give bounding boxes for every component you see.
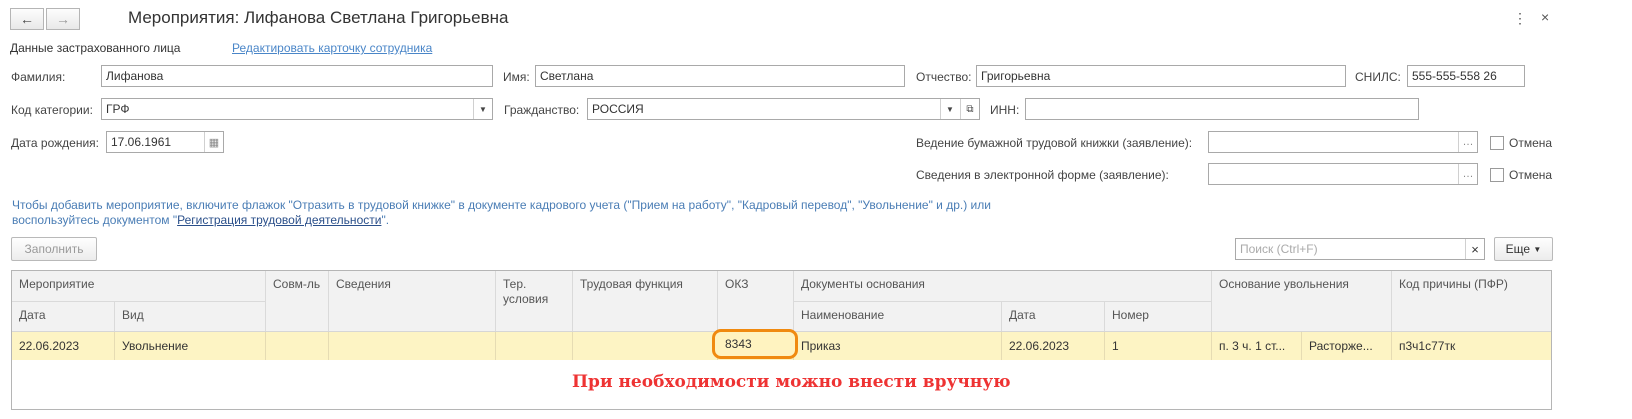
header-terr: Тер. условия: [496, 271, 573, 331]
inn-field[interactable]: [1025, 98, 1419, 120]
search-placeholder: Поиск (Ctrl+F): [1240, 242, 1318, 256]
name-label: Имя:: [503, 70, 530, 84]
paper-book-label: Ведение бумажной трудовой книжки (заявле…: [916, 136, 1193, 150]
header-dismissal-basis: Основание увольнения: [1212, 271, 1392, 331]
header-combined: Совм-ль: [266, 271, 329, 331]
row-reason-code[interactable]: п3ч1с77тк: [1392, 332, 1551, 360]
paper-book-cancel-label: Отмена: [1509, 136, 1553, 150]
birth-date-field[interactable]: 17.06.1961 ▦: [106, 131, 224, 153]
citizenship-value: РОССИЯ: [592, 102, 644, 116]
chevron-down-icon[interactable]: ▼: [473, 99, 492, 119]
electronic-cancel-checkbox[interactable]: [1490, 168, 1504, 182]
section-label: Данные застрахованного лица: [10, 41, 181, 55]
citizenship-label: Гражданство:: [504, 103, 580, 117]
birth-label: Дата рождения:: [11, 136, 99, 150]
row-date[interactable]: 22.06.2023: [12, 332, 115, 360]
header-event: Мероприятие: [12, 271, 266, 301]
paper-book-field[interactable]: …: [1208, 131, 1478, 153]
header-function: Трудовая функция: [573, 271, 718, 331]
row-info[interactable]: [329, 332, 496, 360]
more-button-label: Еще: [1505, 242, 1531, 256]
hint-tail: ".: [381, 213, 390, 227]
row-function[interactable]: [573, 332, 718, 360]
header-doc-name: Наименование: [794, 301, 1002, 331]
arrow-left-icon: ←: [20, 11, 34, 27]
row-combined[interactable]: [266, 332, 329, 360]
header-doc-number: Номер: [1105, 301, 1212, 331]
open-window-icon[interactable]: ⧉: [960, 99, 979, 119]
birth-date-value: 17.06.1961: [111, 135, 172, 149]
row-terr[interactable]: [496, 332, 573, 360]
electronic-field[interactable]: …: [1208, 163, 1478, 185]
row-doc-number[interactable]: 1: [1105, 332, 1212, 360]
snils-label: СНИЛС:: [1355, 70, 1401, 84]
paper-book-cancel-checkbox[interactable]: [1490, 136, 1504, 150]
row-doc-date[interactable]: 22.06.2023: [1002, 332, 1105, 360]
header-info: Сведения: [329, 271, 496, 331]
inn-label: ИНН:: [990, 103, 1020, 117]
header-doc-date: Дата: [1002, 301, 1105, 331]
category-label: Код категории:: [11, 103, 93, 117]
row-doc-name[interactable]: Приказ: [794, 332, 1002, 360]
fill-button[interactable]: Заполнить: [11, 237, 97, 261]
header-reason-code: Код причины (ПФР): [1392, 271, 1551, 331]
row-kind[interactable]: Увольнение: [115, 332, 266, 360]
close-icon[interactable]: ×: [1541, 9, 1549, 25]
forward-button[interactable]: →: [46, 8, 80, 30]
row-basis-text[interactable]: Расторже...: [1302, 332, 1392, 360]
name-field[interactable]: Светлана: [535, 65, 905, 87]
hint-text: Чтобы добавить мероприятие, включите фла…: [12, 198, 992, 228]
calendar-icon[interactable]: ▦: [204, 132, 223, 152]
electronic-cancel-label: Отмена: [1509, 168, 1553, 182]
snils-field[interactable]: 555-555-558 26: [1407, 65, 1525, 87]
chevron-down-icon[interactable]: ▼: [940, 99, 959, 119]
category-value: ГРФ: [106, 102, 130, 116]
ellipsis-icon[interactable]: …: [1458, 164, 1477, 184]
more-icon[interactable]: ⋮: [1513, 10, 1527, 27]
search-input[interactable]: Поиск (Ctrl+F) ×: [1235, 238, 1485, 260]
arrow-right-icon: →: [56, 11, 70, 27]
back-button[interactable]: ←: [10, 8, 44, 30]
row-basis-article[interactable]: п. 3 ч. 1 ст...: [1212, 332, 1302, 360]
patronymic-field[interactable]: Григорьевна: [976, 65, 1346, 87]
clear-icon[interactable]: ×: [1465, 239, 1484, 259]
okz-field[interactable]: 8343: [712, 329, 798, 359]
chevron-down-icon: ▼: [1533, 244, 1542, 254]
annotation-text: При необходимости можно внести вручную: [572, 372, 1011, 392]
header-date: Дата: [12, 301, 115, 331]
ellipsis-icon[interactable]: …: [1458, 132, 1477, 152]
category-select[interactable]: ГРФ ▼: [101, 98, 493, 120]
page-title: Мероприятия: Лифанова Светлана Григорьев…: [128, 8, 509, 27]
header-kind: Вид: [115, 301, 266, 331]
surname-field[interactable]: Лифанова: [101, 65, 493, 87]
header-docs: Документы основания: [794, 271, 1212, 301]
patronymic-label: Отчество:: [916, 70, 972, 84]
more-button[interactable]: Еще ▼: [1494, 237, 1553, 261]
electronic-label: Сведения в электронной форме (заявление)…: [916, 168, 1169, 182]
surname-label: Фамилия:: [11, 70, 66, 84]
header-okz: ОКЗ: [718, 271, 794, 331]
hint-body: Чтобы добавить мероприятие, включите фла…: [12, 198, 991, 227]
edit-employee-link[interactable]: Редактировать карточку сотрудника: [232, 41, 432, 55]
registration-link[interactable]: Регистрация трудовой деятельности: [177, 213, 381, 227]
citizenship-select[interactable]: РОССИЯ ▼ ⧉: [587, 98, 980, 120]
